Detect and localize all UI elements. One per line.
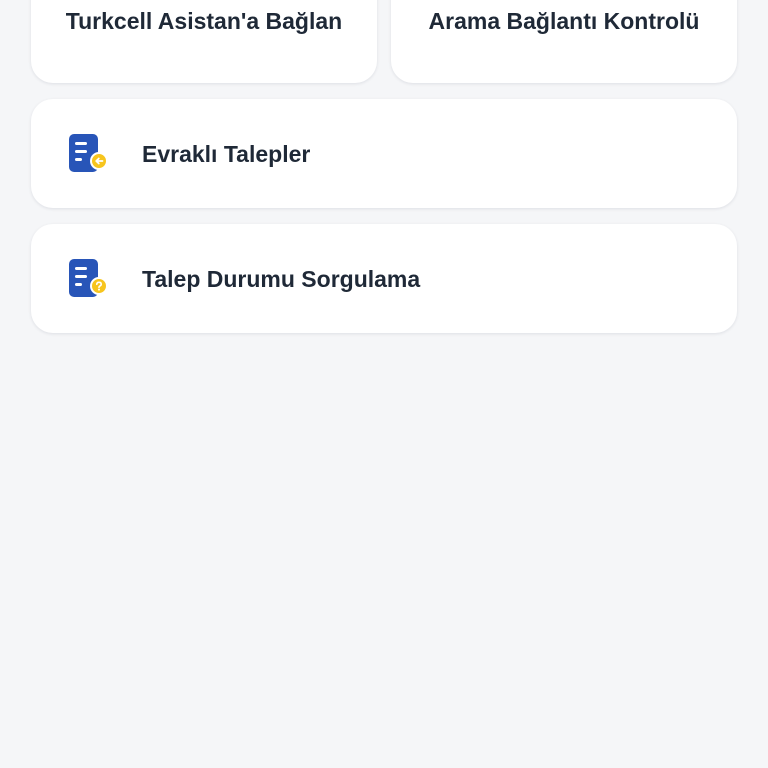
document-requests-item[interactable]: Evraklı Talepler — [31, 99, 737, 208]
call-connection-check-label: Arama Bağlantı Kontrolü — [428, 8, 700, 34]
call-connection-check-tile[interactable]: Arama Bağlantı Kontrolü — [391, 0, 737, 83]
document-requests-label: Evraklı Talepler — [142, 141, 311, 167]
turkcell-assistant-label: Turkcell Asistan'a Bağlan — [65, 8, 343, 34]
request-status-query-item[interactable]: Talep Durumu Sorgulama — [31, 224, 737, 333]
support-menu-screen: Turkcell Asistan'a Bağlan Arama Bağlantı… — [0, 0, 768, 768]
document-arrow-icon — [69, 134, 108, 172]
document-question-icon — [69, 259, 108, 297]
request-status-query-label: Talep Durumu Sorgulama — [142, 266, 421, 292]
turkcell-assistant-tile[interactable]: Turkcell Asistan'a Bağlan — [31, 0, 377, 83]
